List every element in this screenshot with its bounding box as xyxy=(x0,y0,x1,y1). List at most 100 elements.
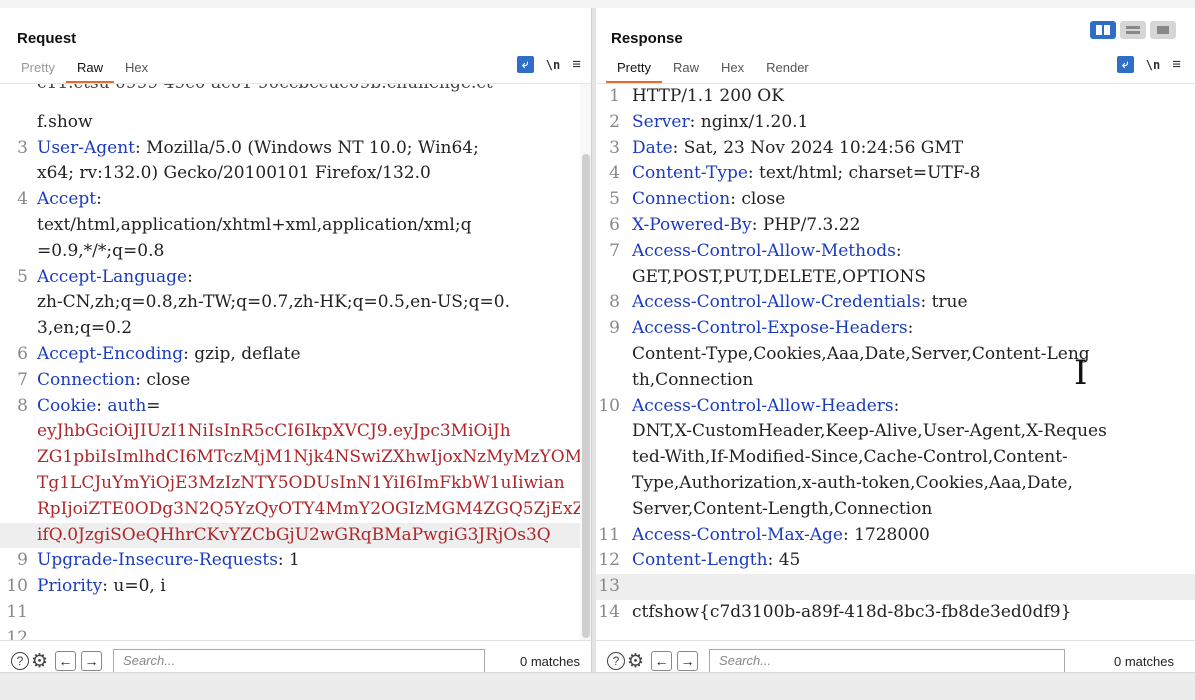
header-name: Content-Length xyxy=(632,550,768,571)
line-segment: : Mozilla/5.0 (Windows NT 10.0; Win64; xyxy=(134,137,479,158)
newline-toggle-button[interactable]: \n xyxy=(546,58,560,72)
line-text: Server,Content-Length,Connection xyxy=(632,497,932,523)
response-code-line: 1 HTTP/1.1 200 OK xyxy=(596,84,1195,110)
line-text: Access-Control-Allow-Credentials: true xyxy=(632,290,968,316)
request-code-line: 12 xyxy=(0,626,591,640)
header-name: Content-Type xyxy=(632,163,748,184)
text-cursor-icon: I xyxy=(1074,353,1088,393)
request-search-input[interactable]: Search... xyxy=(113,649,486,673)
line-text: Access-Control-Expose-Headers: xyxy=(632,316,913,342)
request-code-line: 3,en;q=0.2 xyxy=(0,316,591,342)
response-code-line: 3 Date: Sat, 23 Nov 2024 10:24:56 GMT xyxy=(596,136,1195,162)
response-tab-raw[interactable]: Raw xyxy=(662,60,710,83)
request-code-line: 7 Connection: close xyxy=(0,368,591,394)
line-segment: : gzip, deflate xyxy=(183,343,301,364)
layout-split-icon[interactable] xyxy=(1090,21,1116,39)
line-number: 12 xyxy=(6,627,28,640)
line-number: 5 xyxy=(17,266,28,287)
response-code-line: 7 Access-Control-Allow-Methods: xyxy=(596,239,1195,265)
header-name: X-Powered-By xyxy=(632,214,752,235)
header-name: Accept-Encoding xyxy=(37,343,184,364)
wrap-icon[interactable]: ⤶ xyxy=(516,56,534,73)
line-number: 7 xyxy=(17,369,28,390)
header-name: Priority xyxy=(37,576,103,597)
line-segment: f.show xyxy=(37,111,93,132)
request-code-line: 9 Upgrade-Insecure-Requests: 1 xyxy=(0,548,591,574)
response-search-input[interactable]: Search... xyxy=(709,649,1066,673)
arrow-left-icon[interactable]: ← xyxy=(651,651,673,671)
help-icon[interactable]: ? xyxy=(607,652,625,670)
header-name: Cookie xyxy=(37,395,97,416)
line-number: 11 xyxy=(6,601,28,622)
line-number: 1 xyxy=(609,86,620,106)
top-strip xyxy=(0,0,1195,8)
settings-icon[interactable]: ⚙ xyxy=(31,650,48,673)
request-tab-raw[interactable]: Raw xyxy=(65,60,114,83)
layout-horizontal-icon[interactable] xyxy=(1120,21,1146,39)
line-text: Access-Control-Max-Age: 1728000 xyxy=(632,523,930,549)
header-name: Upgrade-Insecure-Requests xyxy=(37,550,278,571)
line-number: 14 xyxy=(598,601,620,622)
arrow-right-icon[interactable]: → xyxy=(677,651,699,671)
line-segment: Content-Type,Cookies,Aaa,Date,Server,Con… xyxy=(632,343,1090,364)
line-number: 10 xyxy=(598,395,620,416)
line-text: c11.ctsu 0999 49c0 ac01 90ccbccuc09b.chu… xyxy=(37,84,493,110)
menu-icon[interactable]: ≡ xyxy=(1172,57,1181,72)
response-code-line: th,Connection xyxy=(596,368,1195,394)
header-name: Access-Control-Max-Age xyxy=(632,524,843,545)
wrap-icon[interactable]: ⤶ xyxy=(1116,56,1134,73)
header-name: Accept xyxy=(37,189,97,210)
help-icon[interactable]: ? xyxy=(11,652,29,670)
line-number: 6 xyxy=(17,343,28,364)
line-segment: : 1 xyxy=(277,550,300,571)
response-tab-render[interactable]: Render xyxy=(755,60,820,83)
response-code-line: 14 ctfshow{c7d3100b-a89f-418d-8bc3-fb8de3… xyxy=(596,600,1195,626)
line-segment: text/html,application/xhtml+xml,applicat… xyxy=(37,214,472,235)
line-text: Cookie: auth= xyxy=(37,394,161,420)
line-segment: th,Connection xyxy=(632,369,754,390)
arrow-right-icon[interactable]: → xyxy=(81,651,103,671)
request-match-count: 0 matches xyxy=(520,653,580,669)
line-segment: : xyxy=(893,395,900,416)
line-number: 9 xyxy=(609,318,620,339)
line-segment: : PHP/7.3.22 xyxy=(751,214,861,235)
line-text: Date: Sat, 23 Nov 2024 10:24:56 GMT xyxy=(632,136,963,162)
request-code-line: =0.9,*/*;q=0.8 xyxy=(0,239,591,265)
line-text: ctfshow{c7d3100b-a89f-418d-8bc3-fb8de3ed… xyxy=(632,600,1071,626)
line-text: =0.9,*/*;q=0.8 xyxy=(37,239,164,265)
response-tab-pretty[interactable]: Pretty xyxy=(606,60,662,83)
request-code-line: zh-CN,zh;q=0.8,zh-TW;q=0.7,zh-HK;q=0.5,e… xyxy=(0,290,591,316)
line-segment: Server,Content-Length,Connection xyxy=(632,498,933,519)
response-code-line: 9 Access-Control-Expose-Headers: xyxy=(596,316,1195,342)
arrow-left-icon[interactable]: ← xyxy=(55,651,77,671)
line-segment: : true xyxy=(920,292,968,313)
response-tab-hex[interactable]: Hex xyxy=(710,60,755,83)
line-text: x64; rv:132.0) Gecko/20100101 Firefox/13… xyxy=(37,161,431,187)
response-code-line: 2 Server: nginx/1.20.1 xyxy=(596,110,1195,136)
layout-single-icon[interactable] xyxy=(1150,21,1176,39)
line-segment: x64; rv:132.0) Gecko/20100101 Firefox/13… xyxy=(37,163,431,184)
menu-icon[interactable]: ≡ xyxy=(572,57,581,72)
request-scrollbar[interactable] xyxy=(580,84,591,640)
line-segment: 3,en;q=0.2 xyxy=(37,318,133,339)
line-text: Server: nginx/1.20.1 xyxy=(632,110,808,136)
line-segment: ted-With,If-Modified-Since,Cache-Control… xyxy=(632,447,1068,468)
line-text: Accept-Language: xyxy=(37,265,193,291)
line-text: DNT,X-CustomHeader,Keep-Alive,User-Agent… xyxy=(632,419,1107,445)
line-text: X-Powered-By: PHP/7.3.22 xyxy=(632,213,860,239)
cookie-value: eyJhbGciOiJIUzI1NiIsInR5cCI6IkpXVCJ9.eyJ… xyxy=(37,421,511,442)
newline-toggle-button[interactable]: \n xyxy=(1146,58,1160,72)
request-scrollbar-thumb[interactable] xyxy=(582,154,590,638)
settings-icon[interactable]: ⚙ xyxy=(627,650,644,673)
request-title: Request xyxy=(17,30,77,47)
request-tab-pretty[interactable]: Pretty xyxy=(10,60,66,83)
line-segment: : close xyxy=(135,369,191,390)
request-tabs: Pretty Raw Hex xyxy=(10,60,159,83)
line-text: th,Connection xyxy=(632,368,753,394)
request-tab-hex[interactable]: Hex xyxy=(114,60,159,83)
request-editor[interactable]: c11.ctsu 0999 49c0 ac01 90ccbccuc09b.chu… xyxy=(0,84,591,640)
line-number: 13 xyxy=(598,576,620,597)
header-name: Connection xyxy=(37,369,136,390)
line-number: 3 xyxy=(17,137,28,158)
response-editor[interactable]: 1 HTTP/1.1 200 OK 2 Server: nginx/1.20.1 3 Da… xyxy=(596,84,1195,640)
